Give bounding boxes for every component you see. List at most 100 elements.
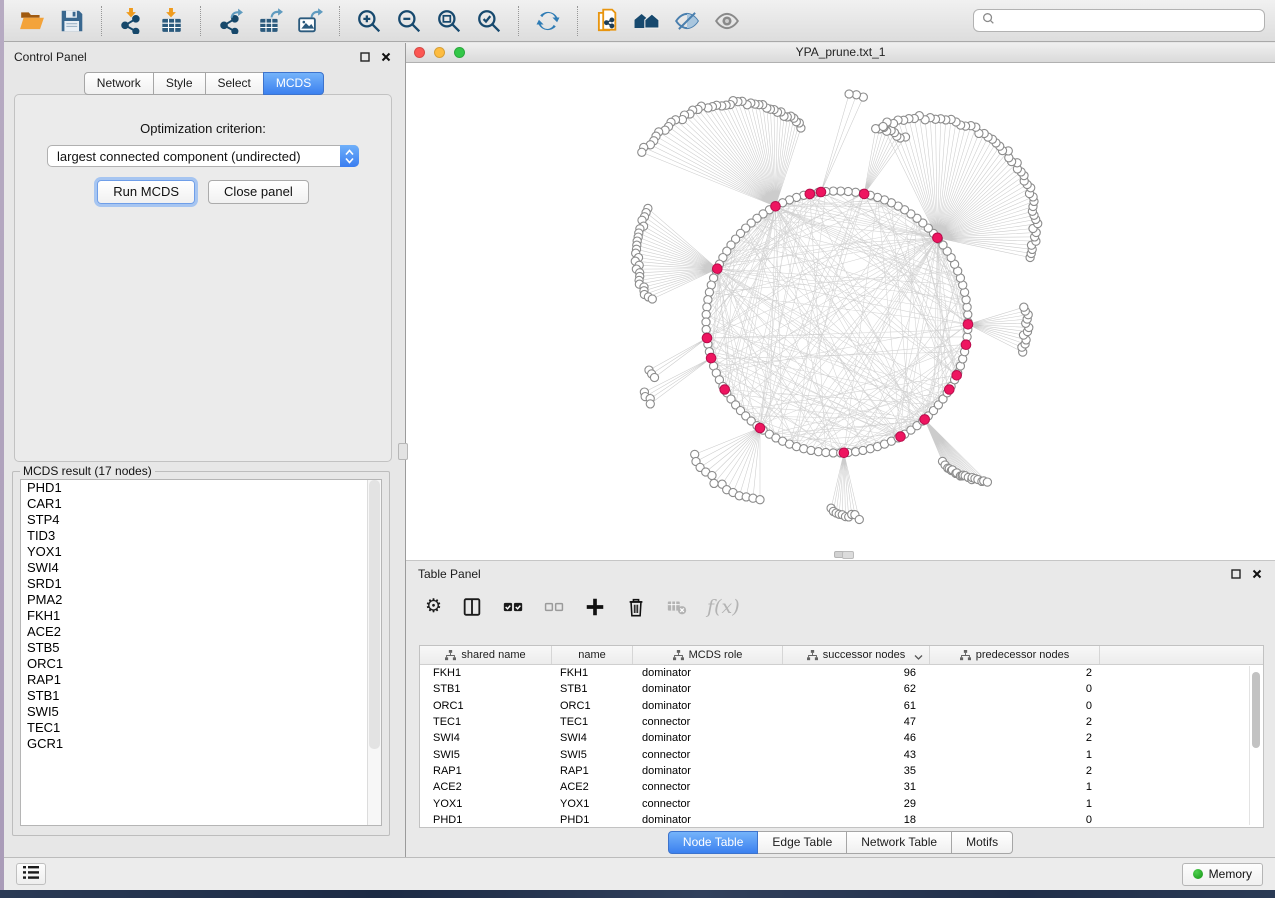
table-row[interactable]: FKH1FKH1dominator962: [420, 665, 1263, 681]
dominator-node[interactable]: [839, 448, 849, 458]
cell-successor_nodes[interactable]: 96: [783, 667, 930, 679]
table-row[interactable]: STB1STB1dominator620: [420, 681, 1263, 697]
dominator-node[interactable]: [755, 423, 765, 433]
cell-mcds_role[interactable]: connector: [633, 716, 783, 728]
cell-name[interactable]: FKH1: [552, 667, 633, 679]
cell-predecessor_nodes[interactable]: 2: [930, 732, 1100, 744]
mcds-result-item[interactable]: STP4: [21, 512, 381, 528]
cell-successor_nodes[interactable]: 61: [783, 700, 930, 712]
cell-predecessor_nodes[interactable]: 2: [930, 716, 1100, 728]
zoom-in-button[interactable]: [354, 5, 384, 37]
network-node[interactable]: [983, 478, 991, 486]
cell-shared_name[interactable]: SWI4: [420, 732, 552, 744]
cell-predecessor_nodes[interactable]: 1: [930, 781, 1100, 793]
cell-name[interactable]: SWI4: [552, 732, 633, 744]
mcds-result-item[interactable]: FKH1: [21, 608, 381, 624]
cell-shared_name[interactable]: PHD1: [420, 814, 552, 826]
mcds-result-item[interactable]: GCR1: [21, 736, 381, 752]
search-box[interactable]: [973, 9, 1265, 32]
search-input[interactable]: [1001, 13, 1256, 29]
dominator-node[interactable]: [713, 264, 723, 274]
mcds-result-item[interactable]: PHD1: [21, 480, 381, 496]
network-node[interactable]: [705, 288, 713, 296]
network-window-titlebar[interactable]: YPA_prune.txt_1: [406, 43, 1275, 63]
network-node[interactable]: [807, 446, 815, 454]
table-row[interactable]: RAP1RAP1dominator352: [420, 763, 1263, 779]
optimization-criterion-select[interactable]: largest connected component (undirected): [47, 145, 359, 167]
tab-network[interactable]: Network: [84, 72, 154, 95]
export-table-button[interactable]: [255, 5, 285, 37]
cell-name[interactable]: ACE2: [552, 781, 633, 793]
table-row[interactable]: ACE2ACE2connector311: [420, 779, 1263, 795]
cell-shared_name[interactable]: ACE2: [420, 781, 552, 793]
cell-shared_name[interactable]: YOX1: [420, 798, 552, 810]
mcds-result-item[interactable]: TEC1: [21, 720, 381, 736]
import-network-button[interactable]: [116, 5, 146, 37]
zoom-out-button[interactable]: [394, 5, 424, 37]
cell-name[interactable]: SWI5: [552, 749, 633, 761]
dominator-node[interactable]: [816, 187, 826, 197]
cell-successor_nodes[interactable]: 35: [783, 765, 930, 777]
table-scroll-thumb[interactable]: [1252, 672, 1260, 748]
cell-mcds_role[interactable]: connector: [633, 798, 783, 810]
tab-style[interactable]: Style: [153, 72, 206, 95]
network-node[interactable]: [852, 448, 860, 456]
dominator-node[interactable]: [720, 385, 730, 395]
task-history-button[interactable]: [16, 863, 46, 885]
tab-mcds[interactable]: MCDS: [263, 72, 324, 95]
mcds-result-item[interactable]: STB1: [21, 688, 381, 704]
network-canvas[interactable]: [406, 63, 1275, 560]
cell-name[interactable]: RAP1: [552, 765, 633, 777]
cell-successor_nodes[interactable]: 18: [783, 814, 930, 826]
column-header-name[interactable]: name: [552, 646, 633, 664]
zoom-selected-button[interactable]: [474, 5, 504, 37]
table-scrollbar[interactable]: [1249, 666, 1262, 825]
cell-mcds_role[interactable]: dominator: [633, 683, 783, 695]
memory-button[interactable]: Memory: [1182, 863, 1263, 886]
deselect-all-rows-button[interactable]: [543, 595, 565, 619]
table-row[interactable]: YOX1YOX1connector291: [420, 795, 1263, 811]
tab-node-table[interactable]: Node Table: [668, 831, 759, 854]
table-row[interactable]: PHD1PHD1dominator180: [420, 812, 1263, 828]
mcds-result-item[interactable]: YOX1: [21, 544, 381, 560]
tab-select[interactable]: Select: [205, 72, 264, 95]
cell-predecessor_nodes[interactable]: 2: [930, 667, 1100, 679]
cell-mcds_role[interactable]: dominator: [633, 732, 783, 744]
dominator-node[interactable]: [952, 371, 962, 381]
cell-mcds_role[interactable]: dominator: [633, 765, 783, 777]
dominator-node[interactable]: [933, 233, 943, 243]
mcds-result-item[interactable]: RAP1: [21, 672, 381, 688]
save-session-button[interactable]: [57, 5, 87, 37]
mcds-result-item[interactable]: CAR1: [21, 496, 381, 512]
control-panel-float-button[interactable]: [359, 51, 371, 63]
select-all-rows-button[interactable]: [502, 595, 524, 619]
network-node[interactable]: [708, 471, 716, 479]
tab-edge-table[interactable]: Edge Table: [757, 831, 847, 854]
close-panel-button[interactable]: Close panel: [208, 180, 309, 204]
table-panel-float-button[interactable]: [1230, 568, 1242, 580]
network-node[interactable]: [710, 479, 718, 487]
cell-shared_name[interactable]: STB1: [420, 683, 552, 695]
mcds-result-item[interactable]: SWI4: [21, 560, 381, 576]
network-node[interactable]: [1020, 303, 1028, 311]
dominator-node[interactable]: [706, 353, 716, 363]
table-panel-close-button[interactable]: [1251, 568, 1263, 580]
cell-name[interactable]: YOX1: [552, 798, 633, 810]
cell-name[interactable]: STB1: [552, 683, 633, 695]
table-row[interactable]: SWI4SWI4dominator462: [420, 730, 1263, 746]
network-node[interactable]: [756, 496, 764, 504]
show-columns-button[interactable]: [461, 595, 483, 619]
cell-successor_nodes[interactable]: 43: [783, 749, 930, 761]
table-settings-button[interactable]: ⚙︎: [425, 595, 442, 619]
export-network-button[interactable]: [215, 5, 245, 37]
cell-predecessor_nodes[interactable]: 0: [930, 814, 1100, 826]
cell-name[interactable]: TEC1: [552, 716, 633, 728]
tab-motifs[interactable]: Motifs: [951, 831, 1013, 854]
cell-shared_name[interactable]: SWI5: [420, 749, 552, 761]
mcds-result-item[interactable]: TID3: [21, 528, 381, 544]
column-header-mcds_role[interactable]: MCDS role: [633, 646, 783, 664]
network-view[interactable]: [406, 63, 1275, 560]
mcds-result-item[interactable]: ORC1: [21, 656, 381, 672]
delete-rows-button[interactable]: [625, 595, 647, 619]
show-graphics-details-button[interactable]: [712, 5, 742, 37]
